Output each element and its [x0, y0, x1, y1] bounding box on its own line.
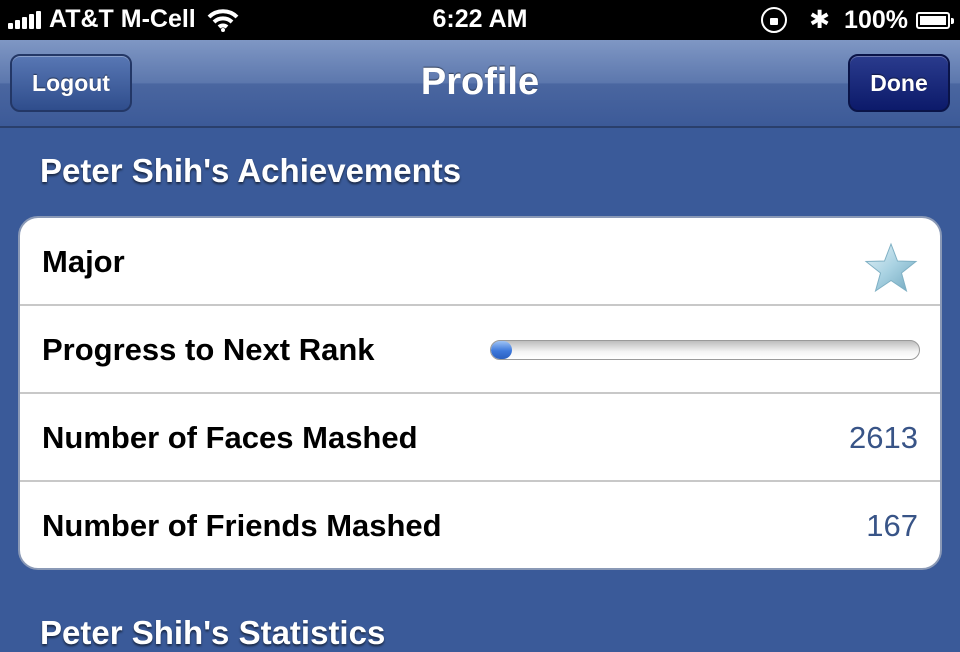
achievements-group: Major Progress to Next Rank Number of Fa…: [18, 216, 942, 570]
status-right: ✱ 100%: [761, 5, 954, 35]
battery-label: 100%: [844, 5, 908, 34]
faces-value: 2613: [849, 420, 918, 455]
rank-progress-bar: [490, 340, 920, 360]
status-bar: AT&T M-Cell 6:22 AM ✱ 100%: [0, 0, 960, 40]
achievements-header: Peter Shih's Achievements: [40, 152, 462, 189]
friends-label: Number of Friends Mashed: [42, 508, 442, 543]
done-button[interactable]: Done: [848, 54, 950, 112]
star-icon: [864, 242, 918, 293]
statistics-header: Peter Shih's Statistics: [40, 614, 386, 651]
battery-icon: [916, 11, 954, 29]
friends-value: 167: [866, 508, 918, 543]
progress-label: Progress to Next Rank: [42, 332, 375, 367]
progress-row: Progress to Next Rank: [20, 306, 940, 394]
bluetooth-icon: ✱: [809, 6, 831, 34]
page-title: Profile: [420, 61, 540, 103]
friends-row[interactable]: Number of Friends Mashed 167: [20, 482, 940, 568]
rank-label: Major: [42, 244, 125, 279]
faces-label: Number of Faces Mashed: [42, 420, 418, 455]
rotation-lock-icon: [761, 7, 788, 33]
faces-row[interactable]: Number of Faces Mashed 2613: [20, 394, 940, 482]
nav-bar: Profile Logout Done: [0, 40, 960, 128]
rank-progress-fill: [491, 341, 513, 359]
logout-button[interactable]: Logout: [10, 54, 132, 112]
rank-row[interactable]: Major: [20, 218, 940, 306]
